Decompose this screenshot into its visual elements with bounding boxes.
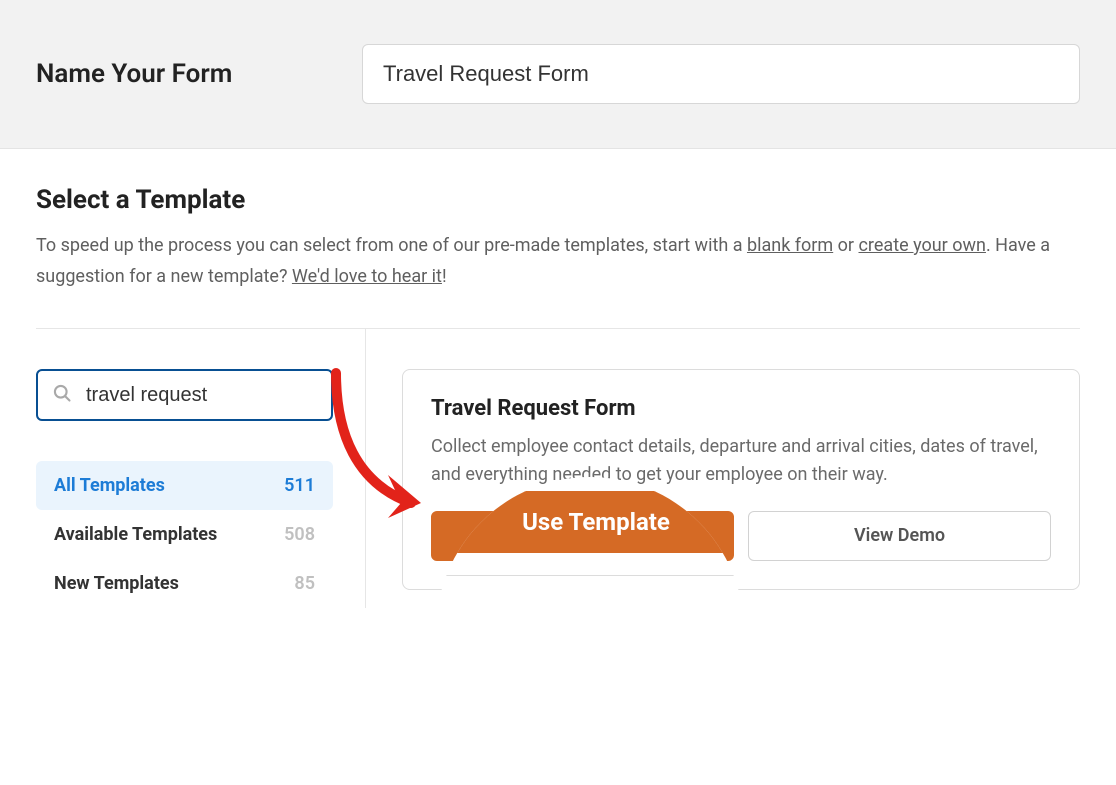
category-label: New Templates [54,573,179,594]
use-template-button[interactable]: Use Template [431,511,734,561]
template-card-description: Collect employee contact details, depart… [431,433,1051,489]
template-description: To speed up the process you can select f… [36,231,1080,292]
category-available-templates[interactable]: Available Templates 508 [36,510,333,559]
category-new-templates[interactable]: New Templates 85 [36,559,333,608]
category-label: Available Templates [54,524,217,545]
category-list: All Templates 511 Available Templates 50… [36,461,333,608]
category-count: 85 [294,573,315,594]
desc-text-1: To speed up the process you can select f… [36,235,747,256]
search-icon [52,383,72,407]
category-label: All Templates [54,475,165,496]
template-search-input[interactable] [36,369,333,421]
desc-text-4: ! [442,266,447,287]
category-count: 508 [284,524,315,545]
template-card: Travel Request Form Collect employee con… [402,369,1080,590]
search-wrap [36,369,333,421]
blank-form-link[interactable]: blank form [747,235,833,256]
name-form-label: Name Your Form [36,59,326,89]
category-all-templates[interactable]: All Templates 511 [36,461,333,510]
view-demo-button[interactable]: View Demo [748,511,1051,561]
category-count: 511 [284,475,315,496]
create-your-own-link[interactable]: create your own [859,235,986,256]
template-section: Select a Template To speed up the proces… [0,149,1116,608]
select-template-title: Select a Template [36,185,1080,215]
form-name-input[interactable] [362,44,1080,104]
name-section: Name Your Form [0,0,1116,149]
template-card-title: Travel Request Form [431,396,1051,421]
template-split: All Templates 511 Available Templates 50… [36,328,1080,608]
template-sidebar: All Templates 511 Available Templates 50… [36,329,366,608]
template-content: Travel Request Form Collect employee con… [366,329,1080,608]
feedback-link[interactable]: We'd love to hear it [292,266,442,287]
desc-text-2: or [833,235,858,256]
template-card-actions: Use Template View Demo [431,511,1051,561]
